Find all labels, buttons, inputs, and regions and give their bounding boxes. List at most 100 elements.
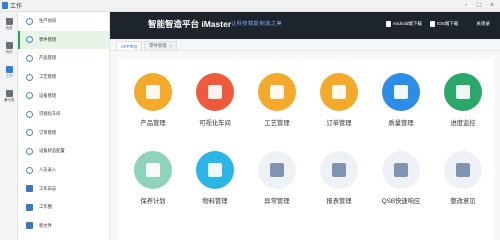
flash-icon (382, 151, 420, 189)
module-tile-materials[interactable]: 物料管理 (184, 151, 246, 205)
module-tile-process[interactable]: 工艺管理 (246, 73, 308, 127)
module-tile-label: 整改意见 (450, 198, 476, 205)
gear-icon (26, 147, 33, 155)
sidebar-item-products[interactable]: 产品管理 (18, 49, 109, 68)
app-header: 智能智造平台 iMaster 让科技赋能制造之美 Android端下载 IOS端… (110, 12, 500, 39)
bar-chart-icon-glyph (332, 163, 346, 177)
ios-download-label: IOS端下载 (436, 21, 459, 26)
module-tile-label: 保养计划 (140, 198, 166, 205)
close-icon[interactable]: × (169, 44, 172, 49)
box-icon-glyph (146, 163, 160, 177)
circle-icon (26, 203, 33, 211)
server-icon-glyph (456, 85, 470, 99)
rail-item-messages[interactable]: 消息 (0, 12, 18, 36)
minimize-button[interactable]: - (462, 1, 470, 10)
warning-icon (258, 151, 296, 189)
module-tile-rectification[interactable]: 整改意见 (432, 151, 494, 205)
cube-icon-glyph (208, 163, 222, 177)
module-tile-label: 工艺管理 (264, 120, 290, 127)
maximize-button[interactable]: □ (475, 1, 483, 10)
sidebar-item-equipment-config[interactable]: 设备状态配置 (18, 142, 109, 161)
gear-icon (26, 166, 33, 174)
box-icon (134, 151, 172, 189)
clipboard-icon-glyph (332, 85, 346, 99)
tab-label: APPIRQ (121, 43, 138, 49)
module-tile-products[interactable]: 产品管理 (122, 73, 184, 127)
title-bar: 工作 - □ × (0, 0, 500, 12)
sidebar-item-label: 新文件 (39, 222, 52, 228)
sidebar-item-visual-workshop[interactable]: 可视化车间 (18, 105, 109, 124)
sidebar-item-process[interactable]: 工艺管理 (18, 68, 109, 87)
module-grid: 产品管理 可视化车间 工艺管理 订单管理 质量管理 进度监控保养计划 物料管理 异常管理 报表管… (118, 59, 494, 240)
sidebar-item-label: 设备状态配置 (39, 148, 65, 154)
module-tile-qsb[interactable]: QSB快速响应 (370, 151, 432, 205)
chat-icon (5, 17, 13, 25)
brand-title: 智能智造平台 iMaster (148, 19, 232, 29)
bar-chart-icon (320, 151, 358, 189)
warning-icon-glyph (270, 163, 284, 177)
contacts-icon (5, 89, 13, 97)
rail-item-work[interactable]: 工作 (0, 60, 18, 84)
gear-icon (26, 36, 33, 44)
module-tile-quality[interactable]: 质量管理 (370, 73, 432, 127)
tab-appirq[interactable]: APPIRQ (116, 41, 143, 50)
phone-icon (429, 21, 435, 27)
rail-label: 通讯录 (3, 97, 15, 102)
sidebar-item-personnel[interactable]: 人员录入 (18, 161, 109, 180)
module-tile-orders[interactable]: 订单管理 (308, 73, 370, 127)
logout-button[interactable]: 关闭录 (476, 21, 490, 27)
sidebar-item-work-circle[interactable]: 工作圈 (18, 198, 109, 217)
gear-icon (26, 54, 33, 62)
icon-rail: 消息 待办 工作 通讯录 (0, 12, 18, 240)
ios-download-link[interactable]: IOS端下载 (429, 21, 459, 27)
module-tile-label: 报表管理 (326, 198, 352, 205)
sidebar-item-parts[interactable]: 零件管理 (18, 30, 109, 50)
server-icon (444, 73, 482, 111)
rail-label: 待办 (5, 49, 13, 54)
monitor-icon (196, 73, 234, 111)
sidebar-item-worklog[interactable]: 工作日志 (18, 179, 109, 198)
work-icon (5, 65, 13, 73)
module-tile-visual-workshop[interactable]: 可视化车间 (184, 73, 246, 127)
android-icon (385, 21, 391, 27)
rail-label: 工作 (5, 73, 13, 78)
android-download-link[interactable]: Android端下载 (385, 21, 422, 27)
monitor-icon-glyph (208, 85, 222, 99)
rail-item-todo[interactable]: 待办 (0, 36, 18, 60)
module-tile-label: 可视化车间 (199, 120, 231, 127)
module-tile-label: 订单管理 (326, 120, 352, 127)
window-controls: - □ × (462, 1, 496, 10)
sidebar-item-label: 零件管理 (39, 36, 57, 42)
sidebar-item-label: 设备管理 (39, 92, 57, 98)
rail-item-contacts[interactable]: 通讯录 (0, 84, 18, 108)
sidebar-item-label: 生产协同 (39, 18, 57, 24)
sidebar-item-label: 人员录入 (39, 167, 57, 173)
shield-search-icon (382, 73, 420, 111)
clipboard-icon (320, 73, 358, 111)
sidebar-item-label: 产品管理 (39, 55, 57, 61)
tools-icon-glyph (270, 85, 284, 99)
gear-icon (26, 92, 33, 100)
tools-icon (258, 73, 296, 111)
layers-icon (134, 73, 172, 111)
module-tile-exceptions[interactable]: 异常管理 (246, 151, 308, 205)
sidebar-item-equipment[interactable]: 设备管理 (18, 86, 109, 105)
rail-label: 消息 (5, 25, 13, 30)
gear-icon (26, 129, 33, 137)
close-button[interactable]: × (488, 1, 496, 10)
sidebar-item-production[interactable]: 生产协同 (18, 12, 109, 31)
sidebar-item-label: 工艺管理 (39, 74, 57, 80)
module-tile-label: 产品管理 (140, 120, 166, 127)
sidebar-item-label: 工作日志 (39, 185, 57, 191)
sidebar-item-new-file[interactable]: 新文件 (18, 217, 109, 236)
module-tile-label: QSB快速响应 (381, 198, 421, 205)
module-tile-maintenance[interactable]: 保养计划 (122, 151, 184, 205)
sidebar-item-label: 订单管理 (39, 129, 57, 135)
module-tile-label: 质量管理 (388, 120, 414, 127)
tab-parts-management[interactable]: 零件管理 × (144, 41, 177, 50)
sidebar-item-orders[interactable]: 订单管理 (18, 124, 109, 143)
tab-label: 零件管理 (149, 43, 167, 48)
app-logo-icon (2, 2, 8, 9)
module-tile-progress[interactable]: 进度监控 (432, 73, 494, 127)
module-tile-reports[interactable]: 报表管理 (308, 151, 370, 205)
